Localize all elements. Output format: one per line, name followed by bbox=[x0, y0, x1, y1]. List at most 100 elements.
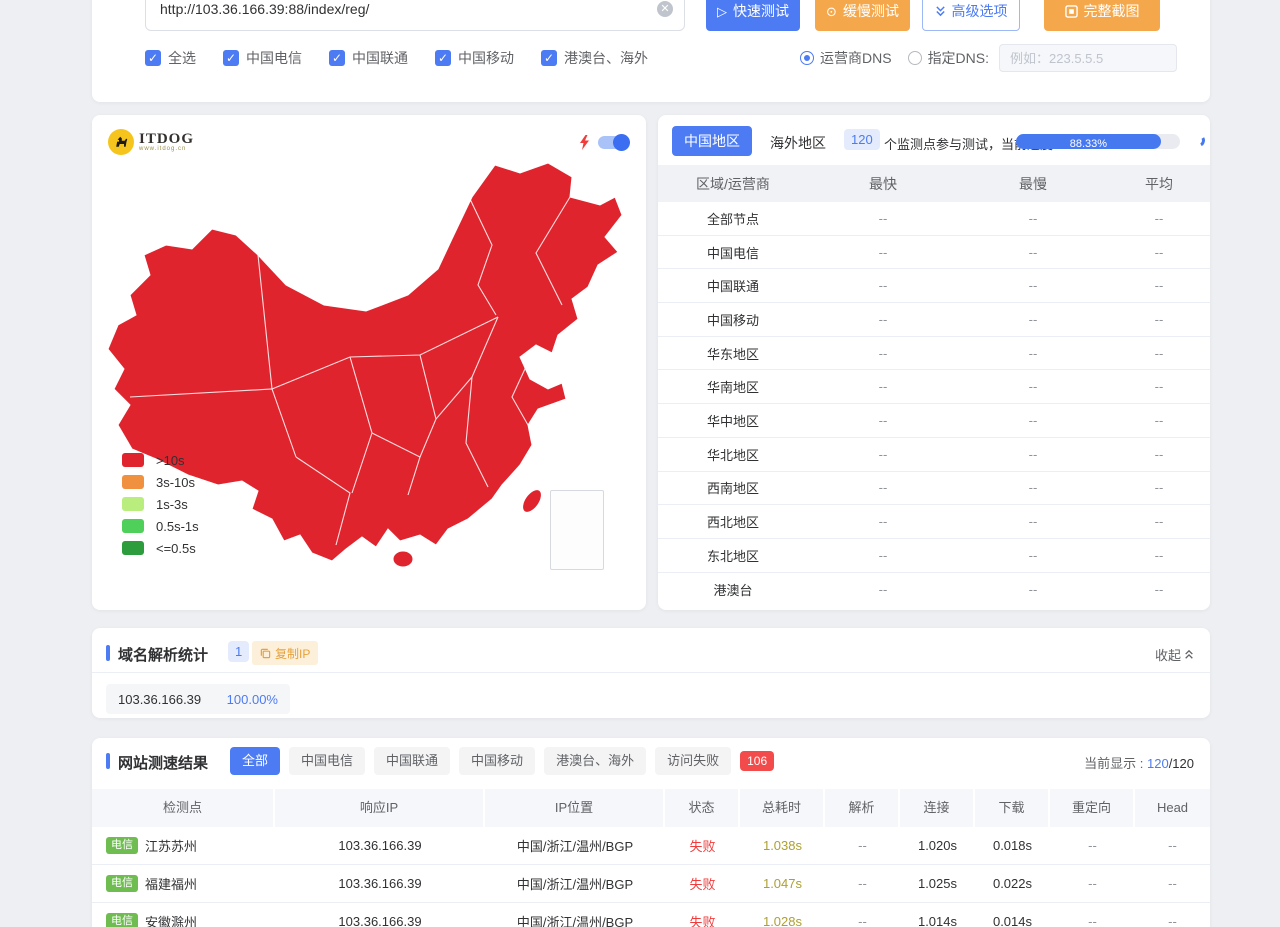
section-accent-bar bbox=[106, 753, 110, 769]
checkbox-label: 港澳台、海外 bbox=[564, 48, 648, 68]
col-connect: 连接 bbox=[900, 789, 975, 827]
col-average: 平均 bbox=[1108, 174, 1210, 194]
resolved-ip: 103.36.166.39 bbox=[118, 692, 201, 707]
filter-china-unicom[interactable]: 中国联通 bbox=[374, 747, 450, 775]
legend-swatch-green bbox=[122, 519, 144, 533]
region-table: 区域/运营商 最快 最慢 平均 全部节点 -- -- -- 中国电信 -- --… bbox=[658, 165, 1210, 606]
region-table-header: 区域/运营商 最快 最慢 平均 bbox=[658, 165, 1210, 202]
legend-item: 0.5s-1s bbox=[122, 519, 199, 533]
map-controls bbox=[579, 135, 628, 150]
legend-swatch-lightgreen bbox=[122, 497, 144, 511]
collapse-toggle[interactable]: 收起 bbox=[1155, 645, 1194, 664]
copy-ip-label: 复制IP bbox=[275, 645, 310, 662]
toggle-knob bbox=[613, 134, 630, 151]
checkbox-label: 中国移动 bbox=[458, 48, 514, 68]
table-row: 东北地区 -- -- -- bbox=[658, 539, 1210, 573]
radio-carrier-dns[interactable] bbox=[800, 51, 814, 65]
carrier-badge: 电信 bbox=[106, 837, 138, 854]
quick-test-label: 快速测试 bbox=[733, 1, 789, 21]
loading-spinner-icon bbox=[1191, 133, 1207, 149]
legend-label: 0.5s-1s bbox=[156, 519, 199, 534]
results-table: 检测点 响应IP IP位置 状态 总耗时 解析 连接 下载 重定向 Head 电… bbox=[92, 789, 1210, 927]
dns-stats-card: 域名解析统计 1 复制IP 收起 103.36.166.39 100.00% bbox=[92, 628, 1210, 718]
filter-china-mobile[interactable]: 中国移动 bbox=[459, 747, 535, 775]
url-input-wrap: ✕ bbox=[145, 0, 685, 31]
carrier-dns-label: 运营商DNS bbox=[820, 48, 892, 68]
col-response-ip: 响应IP bbox=[275, 789, 485, 827]
filter-failed[interactable]: 访问失败 bbox=[655, 747, 731, 775]
col-dns: 解析 bbox=[825, 789, 900, 827]
showing-total: /120 bbox=[1169, 756, 1194, 771]
checkbox-china-unicom[interactable]: ✓ 中国联通 bbox=[329, 48, 408, 68]
col-ip-location: IP位置 bbox=[485, 789, 665, 827]
screenshot-icon bbox=[1065, 5, 1078, 18]
legend-label: >10s bbox=[156, 453, 185, 468]
legend-item: 1s-3s bbox=[122, 497, 199, 511]
filter-all[interactable]: 全部 bbox=[230, 747, 280, 775]
resolved-ip-item[interactable]: 103.36.166.39 100.00% bbox=[106, 684, 290, 714]
double-chevron-up-icon bbox=[1184, 649, 1194, 660]
tab-china-region[interactable]: 中国地区 bbox=[672, 126, 752, 156]
tab-overseas-region[interactable]: 海外地区 bbox=[770, 133, 826, 153]
table-row: 全部节点 -- -- -- bbox=[658, 202, 1210, 236]
results-table-header: 检测点 响应IP IP位置 状态 总耗时 解析 连接 下载 重定向 Head bbox=[92, 789, 1210, 827]
custom-dns-input[interactable] bbox=[999, 44, 1177, 72]
collapse-label: 收起 bbox=[1155, 645, 1181, 664]
checkbox-label: 中国电信 bbox=[246, 48, 302, 68]
legend-item: 3s-10s bbox=[122, 475, 199, 489]
legend-label: 3s-10s bbox=[156, 475, 195, 490]
dns-stats-title: 域名解析统计 bbox=[118, 644, 208, 665]
results-filter-tabs: 全部 中国电信 中国联通 中国移动 港澳台、海外 访问失败 106 bbox=[230, 747, 774, 775]
clear-input-icon[interactable]: ✕ bbox=[657, 1, 673, 17]
table-row: 华北地区 -- -- -- bbox=[658, 438, 1210, 472]
quick-test-button[interactable]: ▷ 快速测试 bbox=[706, 0, 800, 31]
node-name: 福建福州 bbox=[145, 874, 197, 893]
checkbox-select-all[interactable]: ✓ 全选 bbox=[145, 48, 196, 68]
legend-label: 1s-3s bbox=[156, 497, 188, 512]
col-slowest: 最慢 bbox=[958, 174, 1108, 194]
checkbox-hk-mo-tw-overseas[interactable]: ✓ 港澳台、海外 bbox=[541, 48, 648, 68]
advanced-options-label: 高级选项 bbox=[952, 1, 1008, 21]
filter-hk-mo-tw-overseas[interactable]: 港澳台、海外 bbox=[544, 747, 646, 775]
hainan-region bbox=[393, 551, 413, 567]
checkbox-label: 全选 bbox=[168, 48, 196, 68]
test-config-card: ✕ ▷ 快速测试 ⊙ 缓慢测试 高级选项 完整截图 ✓ 全选 ✓ 中国电信 ✓ bbox=[92, 0, 1210, 102]
full-screenshot-button[interactable]: 完整截图 bbox=[1044, 0, 1160, 31]
col-node: 检测点 bbox=[92, 789, 275, 827]
checkbox-checked-icon: ✓ bbox=[329, 50, 345, 66]
itdog-logo: ITDOG www.itdog.cn bbox=[108, 129, 194, 155]
legend-swatch-red bbox=[122, 453, 144, 467]
checkbox-china-telecom[interactable]: ✓ 中国电信 bbox=[223, 48, 302, 68]
carrier-badge: 电信 bbox=[106, 913, 138, 927]
progress-bar: 88.33% bbox=[1016, 134, 1180, 149]
url-input[interactable] bbox=[145, 0, 685, 31]
double-chevron-down-icon bbox=[935, 6, 946, 17]
checkbox-china-mobile[interactable]: ✓ 中国移动 bbox=[435, 48, 514, 68]
south-china-sea-inset bbox=[550, 490, 604, 570]
legend-swatch-darkgreen bbox=[122, 541, 144, 555]
slow-test-label: 缓慢测试 bbox=[843, 1, 899, 21]
dog-icon bbox=[108, 129, 134, 155]
node-name: 江苏苏州 bbox=[145, 836, 197, 855]
map-toggle-switch[interactable] bbox=[598, 136, 628, 149]
table-row: 电信 安徽滁州 103.36.166.39 中国/浙江/温州/BGP 失败 1.… bbox=[92, 903, 1210, 927]
map-card: ITDOG www.itdog.cn bbox=[92, 115, 646, 610]
col-region: 区域/运营商 bbox=[658, 174, 808, 194]
dns-count-badge: 1 bbox=[228, 641, 249, 662]
table-row: 中国移动 -- -- -- bbox=[658, 303, 1210, 337]
advanced-options-button[interactable]: 高级选项 bbox=[922, 0, 1020, 31]
node-name: 安徽滁州 bbox=[145, 912, 197, 927]
progress-fill: 88.33% bbox=[1016, 134, 1161, 149]
table-row: 中国电信 -- -- -- bbox=[658, 236, 1210, 270]
checkbox-checked-icon: ✓ bbox=[223, 50, 239, 66]
dns-option-row: 运营商DNS 指定DNS: bbox=[800, 44, 1177, 72]
radio-custom-dns[interactable] bbox=[908, 51, 922, 65]
filter-china-telecom[interactable]: 中国电信 bbox=[289, 747, 365, 775]
copy-ip-button[interactable]: 复制IP bbox=[252, 641, 318, 665]
slow-test-button[interactable]: ⊙ 缓慢测试 bbox=[815, 0, 910, 31]
logo-title: ITDOG bbox=[139, 132, 194, 146]
checkbox-checked-icon: ✓ bbox=[541, 50, 557, 66]
checkbox-checked-icon: ✓ bbox=[145, 50, 161, 66]
table-row: 电信 江苏苏州 103.36.166.39 中国/浙江/温州/BGP 失败 1.… bbox=[92, 827, 1210, 865]
full-screenshot-label: 完整截图 bbox=[1084, 1, 1140, 21]
